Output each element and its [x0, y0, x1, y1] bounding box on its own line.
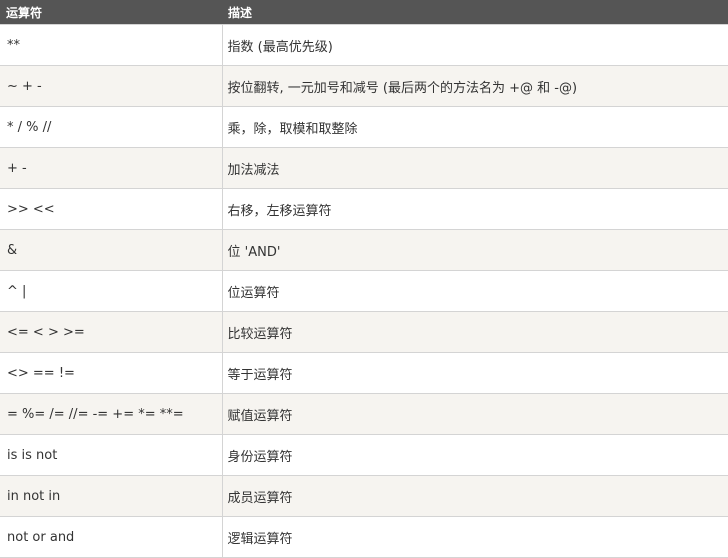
- table-header: 运算符 描述: [0, 0, 728, 25]
- operator-cell: <> == !=: [0, 352, 222, 394]
- operator-cell: **: [0, 24, 222, 66]
- table-row: = %= /= //= -= += *= **= 赋值运算符: [0, 393, 728, 435]
- table-row: not or and 逻辑运算符: [0, 516, 728, 558]
- description-cell: 等于运算符: [221, 352, 728, 394]
- description-cell: 右移，左移运算符: [221, 188, 728, 230]
- description-cell: 身份运算符: [221, 434, 728, 476]
- description-cell: 成员运算符: [221, 475, 728, 517]
- description-cell: 指数 (最高优先级): [221, 24, 728, 66]
- description-cell: 按位翻转, 一元加号和减号 (最后两个的方法名为 +@ 和 -@): [221, 65, 728, 107]
- description-cell: 逻辑运算符: [221, 516, 728, 558]
- operator-cell: ~ + -: [0, 65, 222, 107]
- operator-cell: >> <<: [0, 188, 222, 230]
- description-cell: 加法减法: [221, 147, 728, 189]
- table-row: is is not 身份运算符: [0, 434, 728, 476]
- table-row: <= < > >= 比较运算符: [0, 311, 728, 353]
- table-row: ~ + - 按位翻转, 一元加号和减号 (最后两个的方法名为 +@ 和 -@): [0, 65, 728, 107]
- table-row: ^ | 位运算符: [0, 270, 728, 312]
- operator-cell: &: [0, 229, 222, 271]
- table-row: in not in 成员运算符: [0, 475, 728, 517]
- operator-cell: is is not: [0, 434, 222, 476]
- operator-cell: ^ |: [0, 270, 222, 312]
- operator-cell: in not in: [0, 475, 222, 517]
- operator-cell: + -: [0, 147, 222, 189]
- table-row: + - 加法减法: [0, 147, 728, 189]
- description-cell: 赋值运算符: [221, 393, 728, 435]
- table-row: * / % // 乘，除，取模和取整除: [0, 106, 728, 148]
- operator-precedence-table: 运算符 描述 ** 指数 (最高优先级) ~ + - 按位翻转, 一元加号和减号…: [0, 0, 728, 558]
- operator-cell: * / % //: [0, 106, 222, 148]
- header-description: 描述: [222, 0, 728, 25]
- description-cell: 比较运算符: [221, 311, 728, 353]
- header-operator: 运算符: [0, 0, 222, 25]
- description-cell: 位 'AND': [221, 229, 728, 271]
- operator-cell: <= < > >=: [0, 311, 222, 353]
- description-cell: 乘，除，取模和取整除: [221, 106, 728, 148]
- header-row: 运算符 描述: [0, 0, 728, 25]
- operator-cell: not or and: [0, 516, 222, 558]
- table-row: <> == != 等于运算符: [0, 352, 728, 394]
- table-row: & 位 'AND': [0, 229, 728, 271]
- table-row: ** 指数 (最高优先级): [0, 24, 728, 66]
- table-body: ** 指数 (最高优先级) ~ + - 按位翻转, 一元加号和减号 (最后两个的…: [0, 24, 728, 558]
- description-cell: 位运算符: [221, 270, 728, 312]
- table-row: >> << 右移，左移运算符: [0, 188, 728, 230]
- operator-cell: = %= /= //= -= += *= **=: [0, 393, 222, 435]
